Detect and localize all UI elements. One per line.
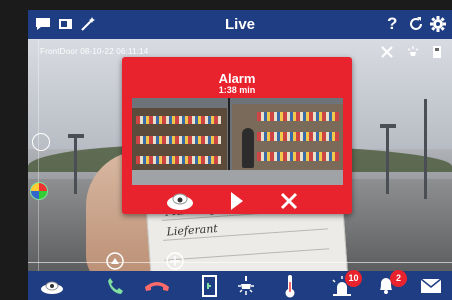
street-lamp (386, 124, 389, 194)
top-bar: Live ? (28, 10, 452, 39)
shelf-goods (257, 132, 339, 141)
alarm-dialog: Alarm 1:38 min (122, 57, 352, 214)
ptz-plus-icon[interactable] (166, 252, 184, 271)
svg-text:?: ? (387, 14, 397, 32)
street-lamp-head (380, 124, 396, 128)
alarm-duration: 1:38 min (218, 85, 256, 95)
help-icon[interactable]: ? (386, 14, 400, 37)
app-window: Live ? Max Meyer Lieferant (28, 10, 452, 300)
ptz-horizontal-guide (28, 262, 452, 263)
live-camera-view[interactable]: Max Meyer Lieferant FrontDoor 08-10-22 0… (28, 39, 452, 271)
pole (424, 99, 427, 199)
hangup-icon[interactable] (144, 279, 170, 298)
call-icon[interactable] (106, 276, 126, 300)
shelf-goods (136, 136, 221, 144)
street-lamp-head (68, 134, 84, 138)
shelf-goods (136, 156, 221, 164)
bell-icon[interactable]: 2 (376, 270, 407, 300)
shelf-goods (136, 116, 221, 124)
person-in-store (242, 128, 254, 168)
ptz-slider-track (38, 39, 39, 271)
alarm-light-icon[interactable]: 10 (330, 270, 362, 300)
ptz-minus-icon[interactable] (106, 252, 124, 271)
thermometer-icon[interactable] (284, 274, 296, 300)
refresh-icon[interactable] (408, 16, 424, 37)
bottom-toolbar: 10 2 (28, 270, 452, 300)
door-open-icon[interactable] (202, 275, 218, 300)
shelf-goods (257, 152, 339, 161)
camera-overlay-label: FrontDoor 08-10-22 06:11:14 (40, 47, 149, 56)
ptz-home-icon[interactable] (30, 182, 48, 200)
mail-icon[interactable] (420, 278, 442, 299)
play-icon[interactable] (230, 191, 244, 216)
shelf-goods (257, 112, 339, 121)
street-lamp (74, 134, 77, 194)
alarm-actions (122, 191, 352, 211)
tools-icon[interactable] (380, 45, 394, 59)
ptz-left-icon[interactable] (32, 133, 50, 151)
light-icon[interactable] (236, 275, 256, 300)
fisheye-camera-icon[interactable] (40, 279, 64, 300)
light-icon[interactable] (406, 45, 420, 59)
close-icon[interactable] (280, 191, 298, 216)
notification-count-badge: 2 (390, 270, 407, 287)
settings-icon[interactable] (430, 16, 446, 37)
fisheye-camera-icon[interactable] (166, 191, 194, 216)
alarm-count-badge: 10 (345, 270, 362, 287)
alarm-title: Alarm (218, 71, 256, 86)
store-floor (132, 170, 343, 185)
door-icon[interactable] (430, 45, 444, 59)
alarm-snapshot[interactable] (132, 98, 343, 185)
